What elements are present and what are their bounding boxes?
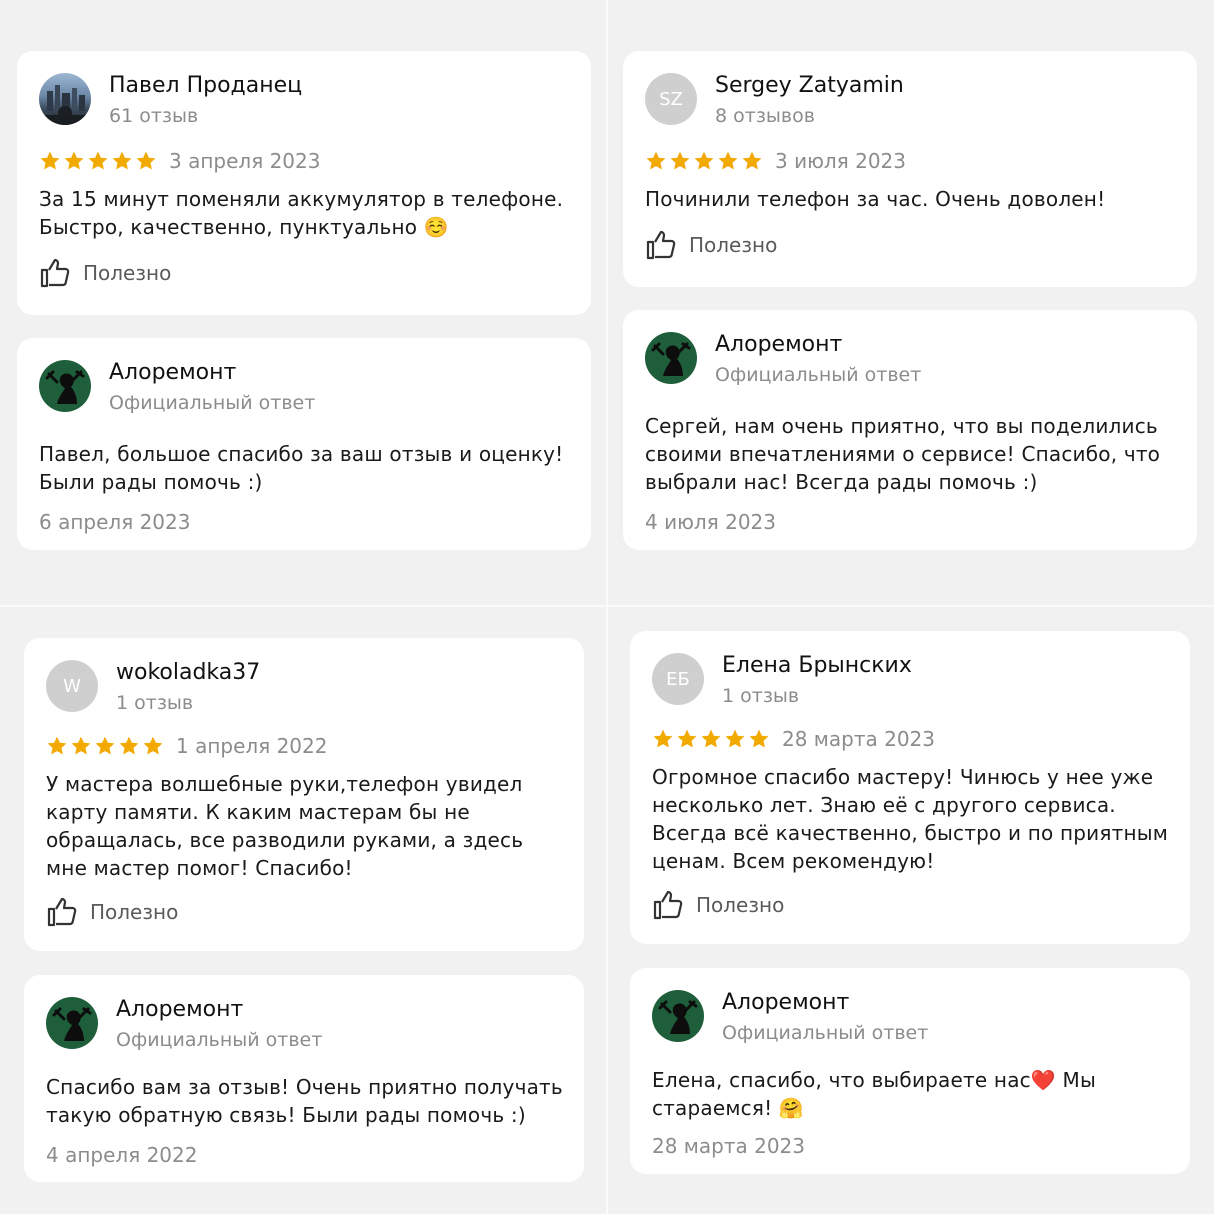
star-icon: [677, 729, 697, 748]
star-icon: [64, 151, 84, 170]
star-icon: [119, 736, 139, 755]
avatar[interactable]: W: [46, 660, 98, 712]
reply-text: Павел, большое спасибо за ваш отзыв и оц…: [39, 442, 564, 494]
official-reply-label: Официальный ответ: [109, 392, 316, 414]
avatar[interactable]: ЕБ: [652, 653, 704, 705]
star-icon: [742, 151, 762, 170]
review-text: У мастера волшебные руки,телефон увидел …: [46, 772, 524, 880]
review-text: За 15 минут поменяли аккумулятор в телеф…: [39, 187, 564, 239]
author-name[interactable]: Елена Брынских: [722, 653, 912, 678]
official-reply-label: Официальный ответ: [715, 364, 922, 386]
helpful-button[interactable]: Полезно: [46, 896, 178, 928]
helpful-label: Полезно: [83, 261, 172, 285]
author-review-count: 1 отзыв: [116, 692, 194, 714]
star-icon: [718, 151, 738, 170]
helpful-button[interactable]: Полезно: [39, 257, 171, 289]
reply-text: Спасибо вам за отзыв! Очень приятно полу…: [46, 1075, 563, 1127]
reply-date: 6 апреля 2023: [39, 510, 191, 534]
review-date: 1 апреля 2022: [176, 734, 328, 758]
star-icon: [694, 151, 714, 170]
author-name[interactable]: Sergey Zatyamin: [715, 73, 904, 98]
company-avatar[interactable]: [645, 332, 697, 384]
official-reply-label: Официальный ответ: [722, 1022, 929, 1044]
author-review-count: 61 отзыв: [109, 105, 199, 127]
review-date: 3 июля 2023: [775, 149, 906, 173]
star-icon: [749, 729, 769, 748]
review-date: 28 марта 2023: [782, 727, 936, 751]
reply-text: Сергей, нам очень приятно, что вы подели…: [645, 414, 1161, 494]
helpful-label: Полезно: [90, 900, 179, 924]
star-icon: [40, 151, 60, 170]
author-review-count: 8 отзывов: [715, 105, 815, 127]
company-name[interactable]: Алоремонт: [722, 990, 849, 1015]
review-card: SZ Sergey Zatyamin 8 отзывов 3 июля 2023…: [623, 51, 1197, 287]
rating-row: 28 марта 2023: [652, 727, 935, 751]
star-rating: [46, 735, 164, 757]
reply-date: 28 марта 2023: [652, 1134, 806, 1158]
star-icon: [47, 736, 67, 755]
thumbs-up-icon: [653, 890, 683, 920]
reply-card: Алоремонт Официальный ответ Спасибо вам …: [24, 975, 584, 1182]
horizontal-divider: [0, 605, 1214, 607]
company-avatar[interactable]: [46, 997, 98, 1049]
helpful-button[interactable]: Полезно: [645, 229, 777, 261]
review-card: W wokoladka37 1 отзыв 1 апреля 2022 У ма…: [24, 638, 584, 951]
rating-row: 3 апреля 2023: [39, 149, 320, 173]
star-rating: [39, 150, 157, 172]
reply-card: Алоремонт Официальный ответ Павел, больш…: [17, 338, 591, 550]
company-name[interactable]: Алоремонт: [715, 332, 842, 357]
helpful-button[interactable]: Полезно: [652, 889, 784, 921]
avatar[interactable]: [39, 73, 91, 125]
aloremont-logo-icon: [651, 342, 691, 376]
reply-date: 4 апреля 2022: [46, 1143, 198, 1167]
aloremont-logo-icon: [52, 1007, 92, 1041]
review-text: Огромное спасибо мастеру! Чинюсь у нее у…: [652, 765, 1169, 873]
thumbs-up-icon: [47, 897, 77, 927]
star-icon: [112, 151, 132, 170]
star-icon: [136, 151, 156, 170]
official-reply-label: Официальный ответ: [116, 1029, 323, 1051]
star-icon: [95, 736, 115, 755]
star-icon: [725, 729, 745, 748]
star-rating: [652, 728, 770, 750]
star-icon: [653, 729, 673, 748]
vertical-divider: [606, 0, 608, 1214]
star-icon: [646, 151, 666, 170]
reply-card: Алоремонт Официальный ответ Сергей, нам …: [623, 310, 1197, 550]
rating-row: 1 апреля 2022: [46, 734, 327, 758]
review-card: Павел Проданец 61 отзыв 3 апреля 2023 За…: [17, 51, 591, 315]
thumbs-up-icon: [646, 230, 676, 260]
company-avatar[interactable]: [652, 990, 704, 1042]
star-icon: [71, 736, 91, 755]
review-text: Починили телефон за час. Очень доволен!: [645, 187, 1106, 211]
reply-date: 4 июля 2023: [645, 510, 776, 534]
review-card: ЕБ Елена Брынских 1 отзыв 28 марта 2023 …: [630, 631, 1190, 944]
star-rating: [645, 150, 763, 172]
aloremont-logo-icon: [658, 1000, 698, 1034]
avatar[interactable]: SZ: [645, 73, 697, 125]
author-review-count: 1 отзыв: [722, 685, 800, 707]
author-name[interactable]: wokoladka37: [116, 660, 260, 685]
aloremont-logo-icon: [45, 370, 85, 404]
star-icon: [88, 151, 108, 170]
star-icon: [143, 736, 163, 755]
company-name[interactable]: Алоремонт: [116, 997, 243, 1022]
review-date: 3 апреля 2023: [169, 149, 321, 173]
helpful-label: Полезно: [696, 893, 785, 917]
helpful-label: Полезно: [689, 233, 778, 257]
user-photo-icon: [39, 85, 91, 125]
star-icon: [670, 151, 690, 170]
company-name[interactable]: Алоремонт: [109, 360, 236, 385]
thumbs-up-icon: [40, 258, 70, 288]
star-icon: [701, 729, 721, 748]
rating-row: 3 июля 2023: [645, 149, 906, 173]
author-name[interactable]: Павел Проданец: [109, 73, 302, 98]
reply-text: Елена, спасибо, что выбираете нас❤️ Мы с…: [652, 1068, 1096, 1120]
reply-card: Алоремонт Официальный ответ Елена, спаси…: [630, 968, 1190, 1174]
company-avatar[interactable]: [39, 360, 91, 412]
